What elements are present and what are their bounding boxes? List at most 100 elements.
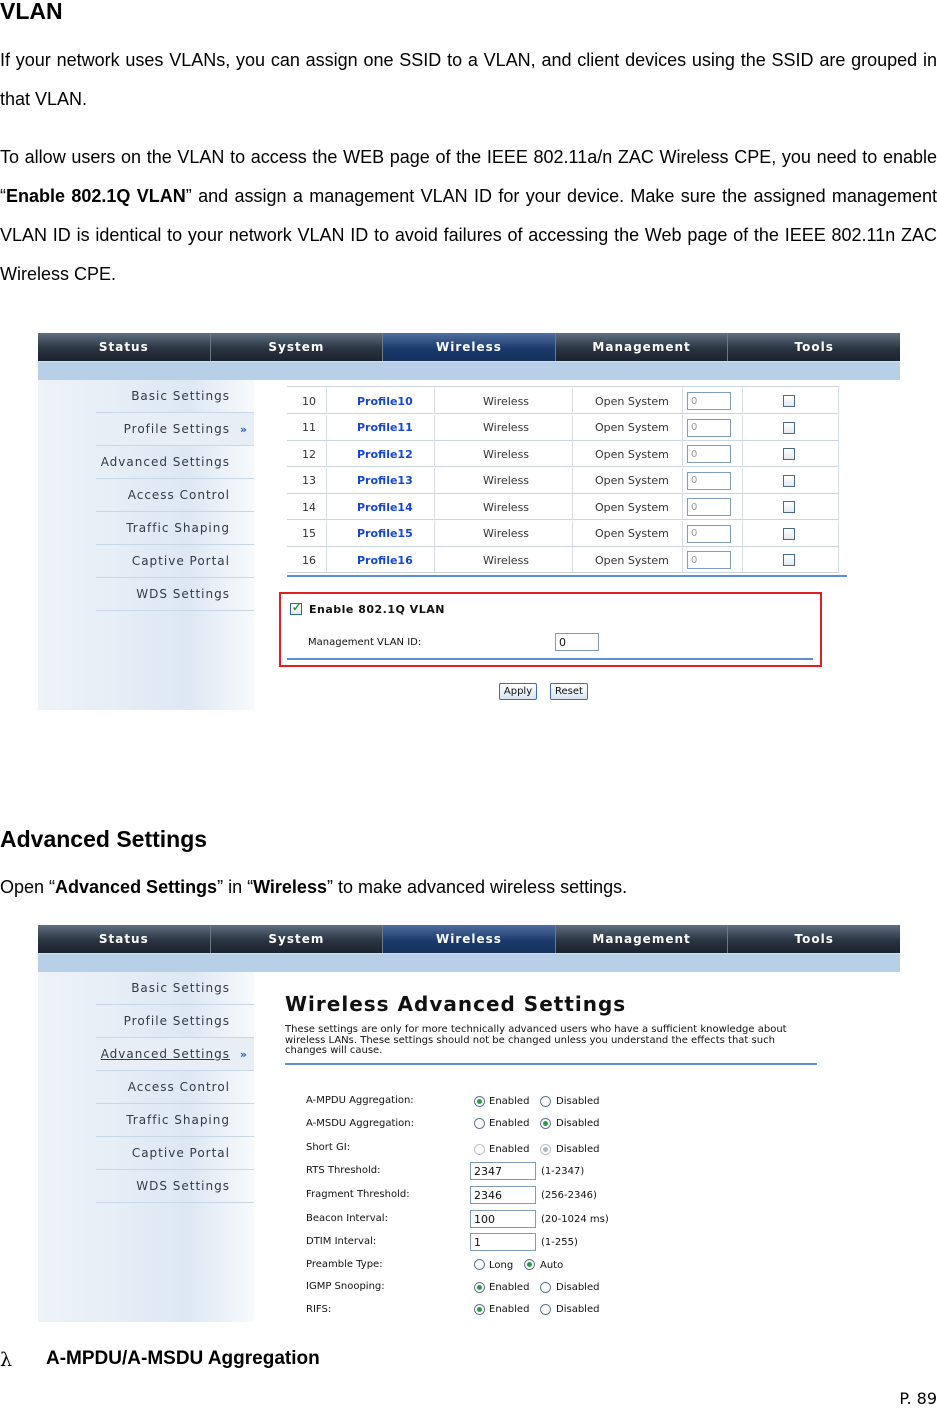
- profile-checkbox[interactable]: [783, 448, 795, 460]
- vlan-id-input[interactable]: 0: [687, 445, 731, 463]
- mgmt-vlan-input[interactable]: 0: [555, 633, 599, 651]
- rts-input[interactable]: 2347: [470, 1162, 536, 1180]
- vlan-id-input[interactable]: 0: [687, 392, 731, 410]
- sidebar-item-wds-settings[interactable]: WDS Settings: [96, 578, 254, 611]
- table-row: 10 Profile10 Wireless Open System 0: [287, 388, 839, 414]
- sidebar: Basic Settings Profile Settings» Advance…: [38, 380, 254, 710]
- sidebar-item-profile-settings[interactable]: Profile Settings: [96, 1005, 254, 1038]
- section-heading-advanced: Advanced Settings: [0, 826, 208, 852]
- profile-link[interactable]: Profile15: [357, 527, 413, 540]
- sidebar-item-advanced-settings[interactable]: Advanced Settings»: [96, 1038, 254, 1071]
- sidebar-item-advanced-settings[interactable]: Advanced Settings: [96, 446, 254, 479]
- amsdu-enabled-radio[interactable]: [474, 1118, 485, 1129]
- sidebar-item-basic-settings[interactable]: Basic Settings: [96, 972, 254, 1005]
- profile-type: Wireless: [483, 527, 530, 540]
- vlan-id-input[interactable]: 0: [687, 551, 731, 569]
- double-chevron-icon: »: [239, 1047, 248, 1061]
- vlan-id-input[interactable]: 0: [687, 524, 731, 543]
- vlan-screenshot: Status System Wireless Management Tools …: [38, 333, 900, 710]
- rts-label: RTS Threshold:: [306, 1165, 381, 1176]
- profile-type: Wireless: [483, 500, 530, 514]
- vlan-id-input[interactable]: 0: [687, 418, 731, 437]
- profile-num: 12: [302, 447, 316, 461]
- sidebar-item-access-control[interactable]: Access Control: [96, 479, 254, 512]
- enable-vlan-label: Enable 802.1Q VLAN: [309, 603, 445, 616]
- tab-management[interactable]: Management: [556, 333, 729, 361]
- sidebar-item-captive-portal[interactable]: Captive Portal: [96, 545, 254, 578]
- preamble-label: Preamble Type:: [306, 1259, 383, 1270]
- profile-type: Wireless: [483, 394, 530, 408]
- preamble-long-radio[interactable]: [474, 1259, 485, 1270]
- panel-title: Wireless Advanced Settings: [285, 992, 627, 1016]
- amsdu-disabled-label: Disabled: [556, 1118, 600, 1129]
- enable-vlan-checkbox[interactable]: ✓: [290, 602, 302, 615]
- sub-bar: [38, 361, 900, 380]
- shortgi-enabled-radio[interactable]: [474, 1144, 485, 1155]
- profile-auth: Open System: [595, 447, 669, 461]
- profile-auth: Open System: [595, 500, 669, 514]
- tab-system[interactable]: System: [211, 925, 384, 953]
- sidebar-item-traffic-shaping[interactable]: Traffic Shaping: [96, 1104, 254, 1137]
- igmp-enabled-radio[interactable]: [474, 1282, 485, 1293]
- sidebar-item-captive-portal[interactable]: Captive Portal: [96, 1137, 254, 1170]
- amsdu-label: A-MSDU Aggregation:: [306, 1118, 414, 1129]
- mgmt-vlan-label: Management VLAN ID:: [308, 637, 422, 648]
- profile-num: 13: [302, 474, 316, 487]
- profile-checkbox[interactable]: [783, 554, 795, 566]
- bullet-symbol: λ: [0, 1349, 13, 1371]
- ampdu-disabled-radio[interactable]: [540, 1096, 551, 1107]
- sidebar-item-access-control[interactable]: Access Control: [96, 1071, 254, 1104]
- beacon-input[interactable]: 100: [470, 1210, 536, 1228]
- shortgi-disabled-radio[interactable]: [540, 1144, 551, 1155]
- profile-link[interactable]: Profile16: [357, 554, 413, 567]
- amsdu-enabled-label: Enabled: [489, 1118, 530, 1129]
- vlan-id-input[interactable]: 0: [687, 471, 731, 490]
- frag-label: Fragment Threshold:: [306, 1189, 410, 1200]
- vlan-id-input[interactable]: 0: [687, 498, 731, 516]
- sidebar-item-profile-settings[interactable]: Profile Settings»: [96, 413, 254, 446]
- igmp-enabled-label: Enabled: [489, 1282, 530, 1293]
- profile-link[interactable]: Profile13: [357, 474, 413, 487]
- rifs-enabled-radio[interactable]: [474, 1304, 485, 1315]
- profile-link[interactable]: Profile11: [357, 421, 413, 434]
- igmp-label: IGMP Snooping:: [306, 1281, 385, 1292]
- profile-type: Wireless: [483, 474, 530, 487]
- sidebar-item-wds-settings[interactable]: WDS Settings: [96, 1170, 254, 1203]
- top-nav: Status System Wireless Management Tools: [38, 333, 900, 361]
- profile-link[interactable]: Profile10: [357, 395, 413, 408]
- tab-management[interactable]: Management: [556, 925, 729, 953]
- advanced-screenshot: Status System Wireless Management Tools …: [38, 925, 900, 1322]
- ampdu-enabled-radio[interactable]: [474, 1096, 485, 1107]
- tab-tools[interactable]: Tools: [728, 925, 900, 953]
- beacon-label: Beacon Interval:: [306, 1213, 388, 1224]
- tab-wireless[interactable]: Wireless: [383, 925, 556, 953]
- tab-wireless[interactable]: Wireless: [383, 333, 556, 361]
- tab-status[interactable]: Status: [38, 333, 211, 361]
- frag-input[interactable]: 2346: [470, 1186, 536, 1204]
- profile-checkbox[interactable]: [783, 527, 795, 540]
- tab-system[interactable]: System: [211, 333, 384, 361]
- profile-link[interactable]: Profile12: [357, 448, 413, 461]
- dtim-label: DTIM Interval:: [306, 1236, 377, 1247]
- double-chevron-icon: »: [239, 422, 248, 436]
- rifs-disabled-radio[interactable]: [540, 1304, 551, 1315]
- table-row: 14 Profile14 Wireless Open System 0: [287, 494, 839, 520]
- sidebar-item-basic-settings[interactable]: Basic Settings: [96, 380, 254, 413]
- amsdu-disabled-radio[interactable]: [540, 1118, 551, 1129]
- table-row: 13 Profile13 Wireless Open System 0: [287, 467, 839, 494]
- sidebar-item-traffic-shaping[interactable]: Traffic Shaping: [96, 512, 254, 545]
- profile-checkbox[interactable]: [783, 421, 795, 434]
- tab-status[interactable]: Status: [38, 925, 211, 953]
- dtim-hint: (1-255): [541, 1237, 578, 1248]
- preamble-auto-radio[interactable]: [524, 1259, 535, 1270]
- profile-checkbox[interactable]: [783, 501, 795, 513]
- profile-checkbox[interactable]: [783, 395, 795, 407]
- profile-link[interactable]: Profile14: [357, 501, 413, 514]
- apply-button[interactable]: Apply: [499, 683, 537, 700]
- igmp-disabled-radio[interactable]: [540, 1282, 551, 1293]
- tab-tools[interactable]: Tools: [728, 333, 900, 361]
- check-icon: ✓: [292, 602, 302, 614]
- reset-button[interactable]: Reset: [550, 683, 588, 700]
- profile-checkbox[interactable]: [783, 474, 795, 487]
- dtim-input[interactable]: 1: [470, 1233, 536, 1251]
